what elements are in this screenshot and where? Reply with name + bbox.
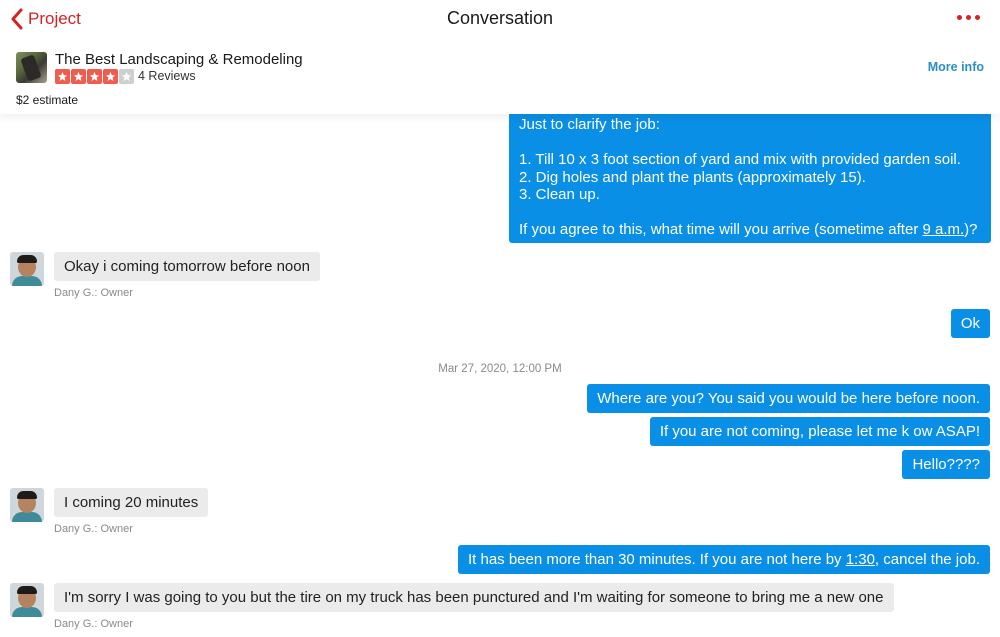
time-link[interactable]: 9 a.m. <box>922 221 964 238</box>
outgoing-message: Ok <box>950 309 990 338</box>
star-icon <box>87 69 102 84</box>
star-rating <box>55 69 134 84</box>
star-icon <box>71 69 86 84</box>
top-nav-bar: Project Conversation <box>0 0 1000 40</box>
sender-label: Dany G.: Owner <box>54 287 133 299</box>
business-thumbnail[interactable] <box>16 52 47 83</box>
avatar[interactable] <box>10 488 44 522</box>
outgoing-message: Where are you? You said you would be her… <box>587 384 990 413</box>
outgoing-message: It has been more than 30 minutes. If you… <box>457 545 990 574</box>
more-info-link[interactable]: More info <box>928 60 984 74</box>
review-count[interactable]: 4 Reviews <box>138 69 196 83</box>
message-line: If you agree to this, what time will you… <box>519 221 978 238</box>
message-line: 3. Clean up. <box>519 186 600 203</box>
timestamp: Mar 27, 2020, 12:00 PM <box>438 363 562 375</box>
time-link[interactable]: 1:30 <box>846 551 875 568</box>
business-header: The Best Landscaping & Remodeling 4 Revi… <box>0 40 1000 114</box>
avatar[interactable] <box>10 583 44 617</box>
message-line: 2. Dig holes and plant the plants (appro… <box>519 168 866 186</box>
outgoing-message: If you are not coming, please let me k o… <box>649 417 990 446</box>
more-options-icon[interactable] <box>957 15 980 20</box>
message-line: Just to clarify the job: <box>519 116 660 133</box>
star-icon <box>55 69 70 84</box>
page-title: Conversation <box>446 8 554 28</box>
sender-label: Dany G.: Owner <box>54 618 133 630</box>
star-icon <box>103 69 118 84</box>
incoming-message: Okay i coming tomorrow before noon <box>54 252 320 281</box>
business-name[interactable]: The Best Landscaping & Remodeling <box>55 51 303 68</box>
star-empty-icon <box>119 69 134 84</box>
sender-label: Dany G.: Owner <box>54 523 133 535</box>
incoming-message: I coming 20 minutes <box>54 488 209 517</box>
avatar[interactable] <box>10 252 44 286</box>
incoming-message: I'm sorry I was going to you but the tir… <box>54 583 894 612</box>
estimate-label: $2 estimate <box>16 93 79 107</box>
message-line: 1. Till 10 x 3 foot section of yard and … <box>519 151 961 168</box>
outgoing-message: Just to clarify the job: 1. Till 10 x 3 … <box>509 106 991 243</box>
outgoing-message: Hello???? <box>902 450 990 479</box>
